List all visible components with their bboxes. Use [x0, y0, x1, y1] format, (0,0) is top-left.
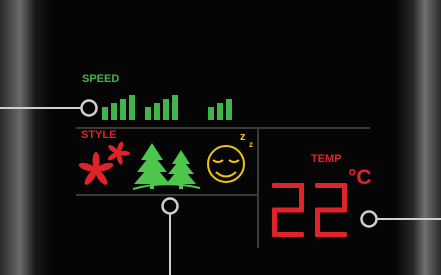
speed-bar [208, 107, 214, 120]
speed-bar [129, 95, 135, 120]
bezel-right [395, 0, 441, 275]
speed-callout-marker [80, 99, 98, 117]
speed-bar [111, 103, 117, 120]
temp-callout-marker [360, 210, 378, 228]
speed-bar [172, 95, 178, 120]
svg-text:z: z [249, 140, 253, 149]
speed-label: SPEED [82, 73, 120, 85]
digit-segment [272, 232, 304, 237]
sleep-z-indicator: z z [240, 131, 253, 149]
digit-segment [342, 183, 347, 210]
temperature-digits [272, 183, 347, 237]
sleep-face-icon [207, 145, 245, 183]
style-label: STYLE [81, 129, 117, 141]
speed-bar [120, 99, 126, 120]
control-panel-display: z z [0, 0, 441, 275]
fan-icon [78, 141, 130, 185]
speed-bar [163, 99, 169, 120]
callout-lines [0, 107, 441, 275]
speed-bar [145, 107, 151, 120]
speed-bar [217, 103, 223, 120]
bezel-left [0, 0, 50, 275]
temp-label: TEMP [311, 153, 342, 165]
speed-level-bars [102, 95, 232, 120]
style-callout-marker [161, 197, 179, 215]
forest-icon [132, 143, 201, 190]
digit-segment [299, 183, 304, 210]
speed-bar [102, 107, 108, 120]
speed-bar [226, 99, 232, 120]
digit-segment [315, 232, 347, 237]
svg-text:z: z [240, 131, 246, 143]
temperature-unit: °C [348, 166, 372, 189]
speed-bar [154, 103, 160, 120]
